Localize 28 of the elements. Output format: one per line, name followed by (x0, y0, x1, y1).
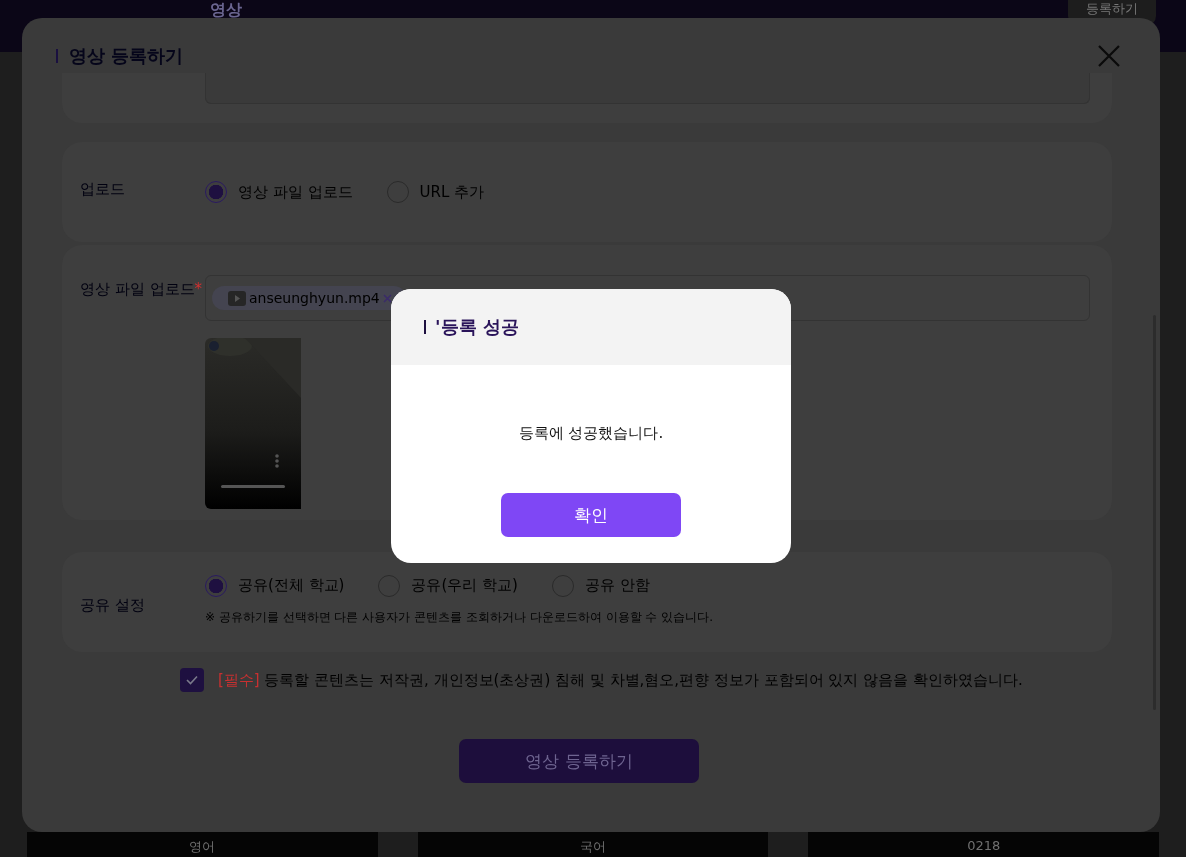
file-name: anseunghyun.mp4 (249, 290, 380, 306)
check-icon (186, 675, 198, 685)
radio-button[interactable] (205, 574, 227, 597)
table-cell: 0218 (808, 832, 1159, 857)
radio-label: 영상 파일 업로드 (238, 182, 353, 202)
radio-option[interactable]: URL 추가 (386, 181, 485, 203)
radio-option[interactable]: 영상 파일 업로드 (205, 181, 353, 203)
radio-label: 공유(우리 학교) (411, 576, 518, 595)
dialog-message: 등록에 성공했습니다. (518, 424, 664, 443)
close-icon[interactable] (1098, 45, 1120, 67)
table-cell: 영어 (27, 832, 378, 857)
radio-label: URL 추가 (419, 182, 485, 202)
radio-option[interactable]: 공유(전체 학교) (205, 574, 345, 597)
checkbox[interactable] (180, 668, 204, 692)
video-icon (228, 290, 246, 306)
radio-button[interactable] (205, 181, 227, 203)
radio-option[interactable]: 공유(우리 학교) (378, 574, 518, 597)
radio-option[interactable]: 공유 안함 (551, 574, 650, 597)
radio-label: 공유(전체 학교) (238, 576, 345, 595)
field-label: 공유 설정 (80, 595, 146, 615)
remove-icon[interactable] (382, 293, 392, 303)
table-cell: 국어 (417, 832, 769, 857)
submit-button[interactable]: 영상 등록하기 (459, 739, 699, 783)
radio-label: 공유 안함 (584, 576, 650, 595)
field-label: 업로드 (80, 179, 126, 199)
nav-tab[interactable]: 영상 (210, 0, 242, 21)
field-label: 영상 파일 업로드* (80, 279, 204, 300)
confirm-button[interactable]: 확인 (501, 493, 681, 537)
